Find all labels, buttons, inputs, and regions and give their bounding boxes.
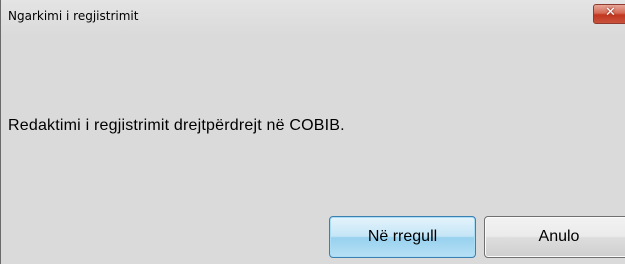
dialog-title: Ngarkimi i regjistrimit xyxy=(8,9,139,23)
dialog-window: Ngarkimi i regjistrimit ✕ Redaktimi i re… xyxy=(0,0,625,264)
cancel-button[interactable]: Anulo xyxy=(484,216,625,258)
title-bar[interactable]: Ngarkimi i regjistrimit ✕ xyxy=(1,0,625,36)
close-button[interactable]: ✕ xyxy=(593,4,625,24)
close-icon: ✕ xyxy=(605,5,616,20)
ok-button[interactable]: Në rregull xyxy=(329,216,476,258)
dialog-message: Redaktimi i regjistrimit drejtpërdrejt n… xyxy=(8,117,345,134)
